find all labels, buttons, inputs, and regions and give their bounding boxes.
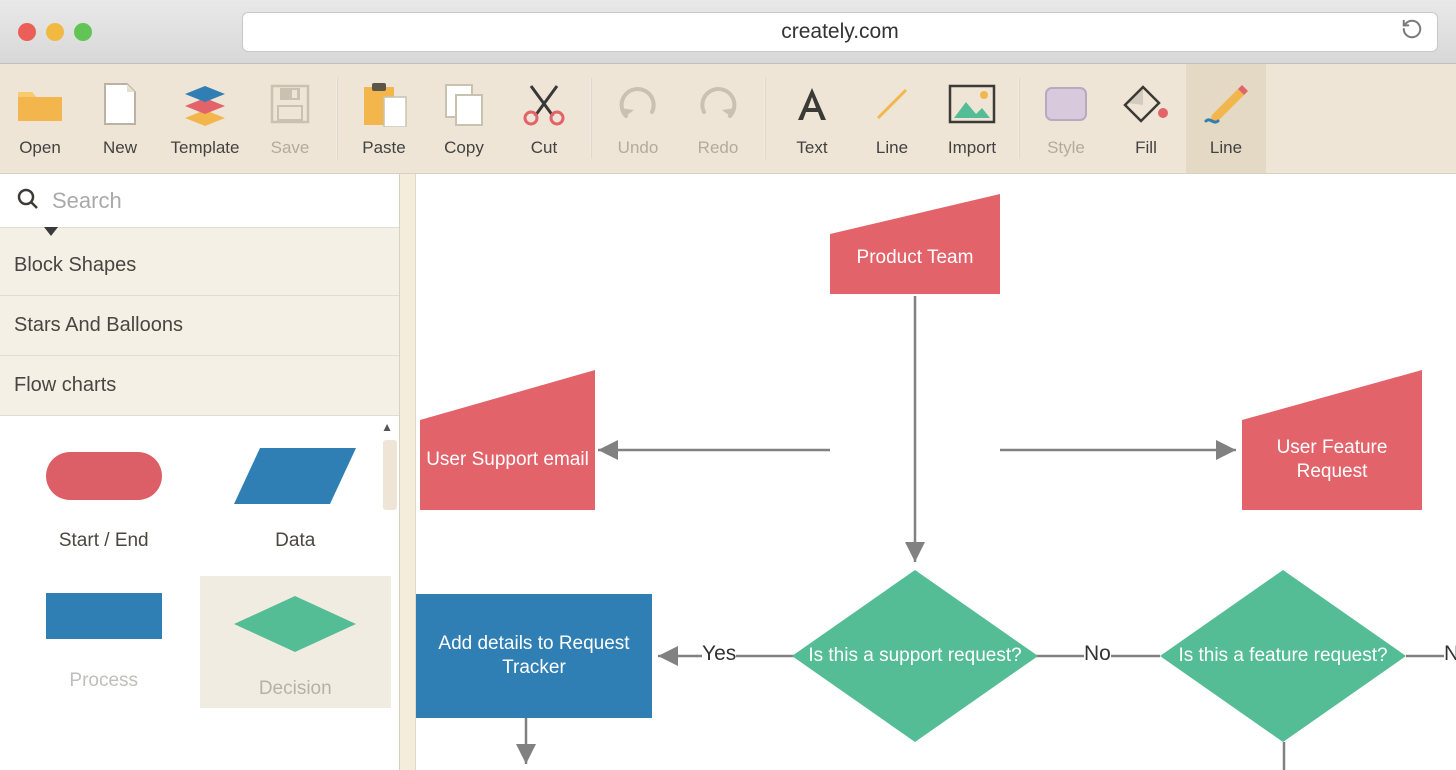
diamond-shape-icon xyxy=(225,584,365,664)
paste-button[interactable]: Paste xyxy=(344,64,424,173)
toolbar-separator xyxy=(336,78,338,159)
node-label: User Support email xyxy=(420,448,595,472)
new-button[interactable]: New xyxy=(80,64,160,173)
copy-icon xyxy=(440,80,488,128)
category-block-shapes[interactable]: Block Shapes xyxy=(0,236,399,296)
shape-decision[interactable]: Decision xyxy=(200,576,392,708)
toolbar-label: Import xyxy=(948,138,996,158)
toolbar-label: Paste xyxy=(362,138,405,158)
layers-icon xyxy=(181,80,229,128)
undo-button[interactable]: Undo xyxy=(598,64,678,173)
toolbar-separator xyxy=(1018,78,1020,159)
paste-icon xyxy=(360,80,408,128)
minimize-window-button[interactable] xyxy=(46,23,64,41)
shape-start-end[interactable]: Start / End xyxy=(8,436,200,552)
new-file-icon xyxy=(96,80,144,128)
node-is-feature-request[interactable]: Is this a feature request? xyxy=(1160,570,1406,742)
toolbar-label: Save xyxy=(271,138,310,158)
image-icon xyxy=(948,80,996,128)
window-controls xyxy=(18,23,92,41)
shape-label: Decision xyxy=(259,678,332,700)
toolbar-label: New xyxy=(103,138,137,158)
node-user-support-email[interactable]: User Support email xyxy=(420,370,595,510)
folder-icon xyxy=(16,80,64,128)
paint-bucket-icon xyxy=(1122,80,1170,128)
category-flow-charts[interactable]: Flow charts xyxy=(0,356,399,416)
url-bar[interactable]: creately.com xyxy=(242,12,1438,52)
copy-button[interactable]: Copy xyxy=(424,64,504,173)
text-tool-button[interactable]: Text xyxy=(772,64,852,173)
fill-button[interactable]: Fill xyxy=(1106,64,1186,173)
shape-process[interactable]: Process xyxy=(8,576,200,708)
toolbar-label: Cut xyxy=(531,138,557,158)
pencil-icon xyxy=(1202,80,1250,128)
close-window-button[interactable] xyxy=(18,23,36,41)
refresh-icon[interactable] xyxy=(1401,18,1423,46)
browser-chrome: creately.com xyxy=(0,0,1456,64)
shape-label: Process xyxy=(69,670,138,692)
edge-label-yes: Yes xyxy=(702,642,736,666)
shape-data[interactable]: Data xyxy=(200,436,392,552)
toolbar-separator xyxy=(764,78,766,159)
toolbar-label: Copy xyxy=(444,138,484,158)
node-label: User Feature Request xyxy=(1242,436,1422,484)
terminator-shape-icon xyxy=(34,436,174,516)
scrollbar-thumb[interactable] xyxy=(383,440,397,510)
search-row xyxy=(0,174,399,228)
node-label: Is this a feature request? xyxy=(1172,644,1393,668)
line-icon xyxy=(868,80,916,128)
node-label: Product Team xyxy=(851,246,980,270)
url-text: creately.com xyxy=(781,20,898,44)
shapes-panel: ▲ Start / End Data xyxy=(0,416,399,770)
toolbar-label: Style xyxy=(1047,138,1085,158)
style-swatch-icon xyxy=(1042,80,1090,128)
node-is-support-request[interactable]: Is this a support request? xyxy=(792,570,1038,742)
scissors-icon xyxy=(520,80,568,128)
main-toolbar: Open New Template Save Paste Copy xyxy=(0,64,1456,174)
search-input[interactable] xyxy=(52,188,383,214)
toolbar-label: Template xyxy=(171,138,240,158)
save-icon xyxy=(266,80,314,128)
node-label: Is this a support request? xyxy=(802,644,1027,668)
shape-sidebar: Block Shapes Stars And Balloons Flow cha… xyxy=(0,174,400,770)
import-button[interactable]: Import xyxy=(932,64,1012,173)
line-tool-button[interactable]: Line xyxy=(852,64,932,173)
shape-label: Start / End xyxy=(59,530,149,552)
toolbar-label: Line xyxy=(876,138,908,158)
toolbar-separator xyxy=(590,78,592,159)
zoom-window-button[interactable] xyxy=(74,23,92,41)
cut-button[interactable]: Cut xyxy=(504,64,584,173)
toolbar-label: Open xyxy=(19,138,61,158)
node-label: Add details to Request Tracker xyxy=(416,632,652,680)
toolbar-label: Redo xyxy=(698,138,739,158)
main-area: Block Shapes Stars And Balloons Flow cha… xyxy=(0,174,1456,770)
edge-label-no: No xyxy=(1084,642,1111,666)
redo-icon xyxy=(694,80,742,128)
search-icon xyxy=(16,187,40,214)
node-add-details[interactable]: Add details to Request Tracker xyxy=(416,594,652,718)
line-style-button[interactable]: Line xyxy=(1186,64,1266,173)
redo-button[interactable]: Redo xyxy=(678,64,758,173)
toolbar-label: Undo xyxy=(618,138,659,158)
shape-label: Data xyxy=(275,530,315,552)
node-user-feature-request[interactable]: User Feature Request xyxy=(1242,370,1422,510)
category-stars-balloons[interactable]: Stars And Balloons xyxy=(0,296,399,356)
parallelogram-shape-icon xyxy=(225,436,365,516)
node-product-team[interactable]: Product Team xyxy=(830,194,1000,294)
undo-icon xyxy=(614,80,662,128)
toolbar-label: Text xyxy=(796,138,827,158)
save-button[interactable]: Save xyxy=(250,64,330,173)
text-a-icon xyxy=(788,80,836,128)
open-button[interactable]: Open xyxy=(0,64,80,173)
scroll-up-arrow-icon[interactable]: ▲ xyxy=(381,420,393,434)
diagram-canvas[interactable]: Product Team User Support email User Fea… xyxy=(400,174,1456,770)
edge-label-no-right: N xyxy=(1444,642,1456,666)
style-button[interactable]: Style xyxy=(1026,64,1106,173)
toolbar-label: Line xyxy=(1210,138,1242,158)
template-button[interactable]: Template xyxy=(160,64,250,173)
rectangle-shape-icon xyxy=(34,576,174,656)
chevron-down-icon xyxy=(44,227,58,236)
toolbar-label: Fill xyxy=(1135,138,1157,158)
